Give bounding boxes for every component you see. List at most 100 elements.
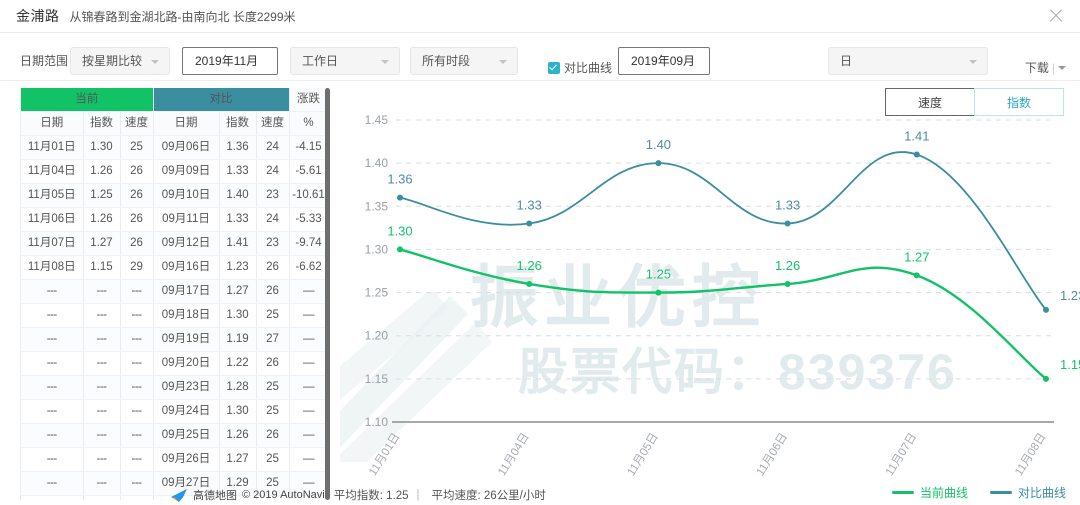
data-point[interactable] [655,289,662,296]
data-point[interactable] [1043,306,1049,313]
legend-item-current[interactable]: 当前曲线 [891,484,968,501]
data-point-label: 1.26 [775,258,800,273]
current-month-input[interactable]: 2019年11月 [182,47,278,75]
table-cell: 11月01日 [21,135,84,160]
table-row[interactable]: 11月04日 1.26 26 09月09日 1.33 24 -5.61 [21,159,328,184]
table-row[interactable]: 11月07日 1.27 26 09月12日 1.41 23 -9.74 [21,231,328,256]
x-axis-tick: 11月05日 [625,431,660,478]
compare-month-input[interactable]: 2019年09月 [618,47,710,75]
table-cell: 09月09日 [153,159,220,184]
table-row[interactable]: 11月08日 1.15 29 09月16日 1.23 26 -6.62 [21,255,328,280]
table-cell: 1.33 [219,159,257,184]
legend-item-compare[interactable]: 对比曲线 [989,484,1066,501]
table-cell: 26 [256,351,290,376]
table-cell: 09月20日 [153,351,220,376]
average-speed-stat: 平均速度: 26公里/小时 [431,490,546,502]
table-cell: 09月26日 [153,447,220,472]
table-vertical-scrollbar[interactable] [325,88,330,500]
table-cell: 1.15 [83,255,121,280]
table-row[interactable]: 11月05日 1.25 26 09月10日 1.40 23 -10.61 [21,183,328,208]
compare-mode-select[interactable]: 按星期比较 [70,47,170,75]
table-cell: 26 [256,279,290,304]
table-cell: 23 [256,231,290,256]
table-cell: 09月06日 [153,135,220,160]
data-point[interactable] [397,194,403,201]
granularity-select[interactable]: 日 [828,47,988,75]
table-cell: --- [83,279,121,304]
table-row[interactable]: --- --- --- 09月20日 1.22 26— [21,351,328,376]
table-cell: -6.62 [289,255,328,280]
y-axis-tick: 1.30 [365,242,389,256]
table-group-header-row: 当前 对比 涨跌 [21,88,328,112]
data-point[interactable] [526,280,533,287]
table-row[interactable]: --- --- --- 09月24日 1.30 25— [21,399,328,424]
series-line [398,248,1048,381]
table-cell: 27 [256,327,290,352]
data-point[interactable] [397,246,403,253]
table-cell: 25 [120,135,154,160]
table-cell: 11月08日 [21,255,84,280]
page-subtitle: 从锦春路到金湖北路-由南向北 长度2299米 [69,9,296,24]
table-cell: 25 [256,303,290,328]
table-row[interactable]: 11月06日 1.26 26 09月11日 1.33 24 -5.33 [21,207,328,232]
data-point[interactable] [784,280,791,287]
table-cell: 26 [120,231,154,256]
table-cell: --- [120,279,154,304]
data-point-label: 1.26 [517,258,542,273]
data-point[interactable] [913,151,920,158]
table-row[interactable]: --- --- --- 09月17日 1.27 26— [21,279,328,304]
table-cell: 26 [120,183,154,208]
table-cell: 26 [256,423,290,448]
y-axis-tick: 1.10 [365,415,389,429]
table-row[interactable]: --- --- --- 09月19日 1.19 27— [21,327,328,352]
table-cell: --- [21,279,84,304]
table-cell: -4.15 [289,135,328,160]
download-label: 下载 [1024,61,1049,75]
table-cell: -9.74 [289,231,328,256]
close-icon[interactable] [1046,6,1066,26]
data-point[interactable] [1043,375,1049,382]
table-cell: --- [83,399,121,424]
download-button[interactable]: 下载 | [1025,59,1066,76]
table-row[interactable]: 11月01日 1.30 25 09月06日 1.36 24 -4.15 [21,135,328,160]
table-cell: — [289,423,328,448]
table-row[interactable]: --- --- --- 09月18日 1.30 25— [21,303,328,328]
table-cell: --- [120,495,154,500]
day-type-select[interactable]: 工作日 [290,47,400,75]
map-copyright: © 2019 AutoNavi [242,489,325,501]
table-row[interactable]: --- --- --- 09月25日 1.26 26— [21,423,328,448]
data-point[interactable] [526,220,533,227]
col-compare-date: 日期 [153,111,220,136]
chart-legend: 当前曲线 对比曲线 [870,484,1066,501]
table-cell: 1.40 [219,183,257,208]
data-point[interactable] [913,272,920,279]
data-point-label: 1.23 [1060,288,1080,303]
table-cell: 1.19 [219,327,257,352]
legend-label-current: 当前曲线 [919,486,968,500]
data-table-container[interactable]: 当前 对比 涨跌 日期 指数 速度 日期 指数 速度 % 11月01日 1.30 2… [20,88,328,500]
table-row[interactable]: --- --- --- 09月23日 1.28 25— [21,375,328,400]
table-row[interactable]: --- --- --- 09月26日 1.27 25— [21,447,328,472]
footer-divider: | [416,489,420,501]
chevron-down-icon [499,60,507,64]
legend-swatch-compare [989,491,1012,494]
data-point[interactable] [655,160,662,167]
x-axis-tick: 11月04日 [496,431,531,478]
download-separator: | [1051,61,1055,75]
x-axis-tick: 11月07日 [884,431,919,478]
table-cell: 1.30 [219,399,257,424]
y-axis-tick: 1.45 [365,113,389,127]
table-cell: — [289,447,328,472]
average-index-stat: 平均指数: 1.25 [333,490,409,502]
legend-label-compare: 对比曲线 [1017,486,1066,500]
table-cell: — [289,351,328,376]
table-cell: 09月10日 [153,183,220,208]
data-point[interactable] [784,220,791,227]
table-cell: — [289,375,328,400]
compare-curve-checkbox[interactable]: 对比曲线 [548,59,612,76]
chart-panel: 速度 指数 振业优控 股票代码：839376 1.45 1.40 1.35 1.30 1… [340,82,1080,505]
table-cell: --- [83,447,121,472]
time-span-select[interactable]: 所有时段 [410,47,518,75]
col-current-date: 日期 [21,111,84,136]
compare-month-value: 2019年09月 [631,54,696,68]
